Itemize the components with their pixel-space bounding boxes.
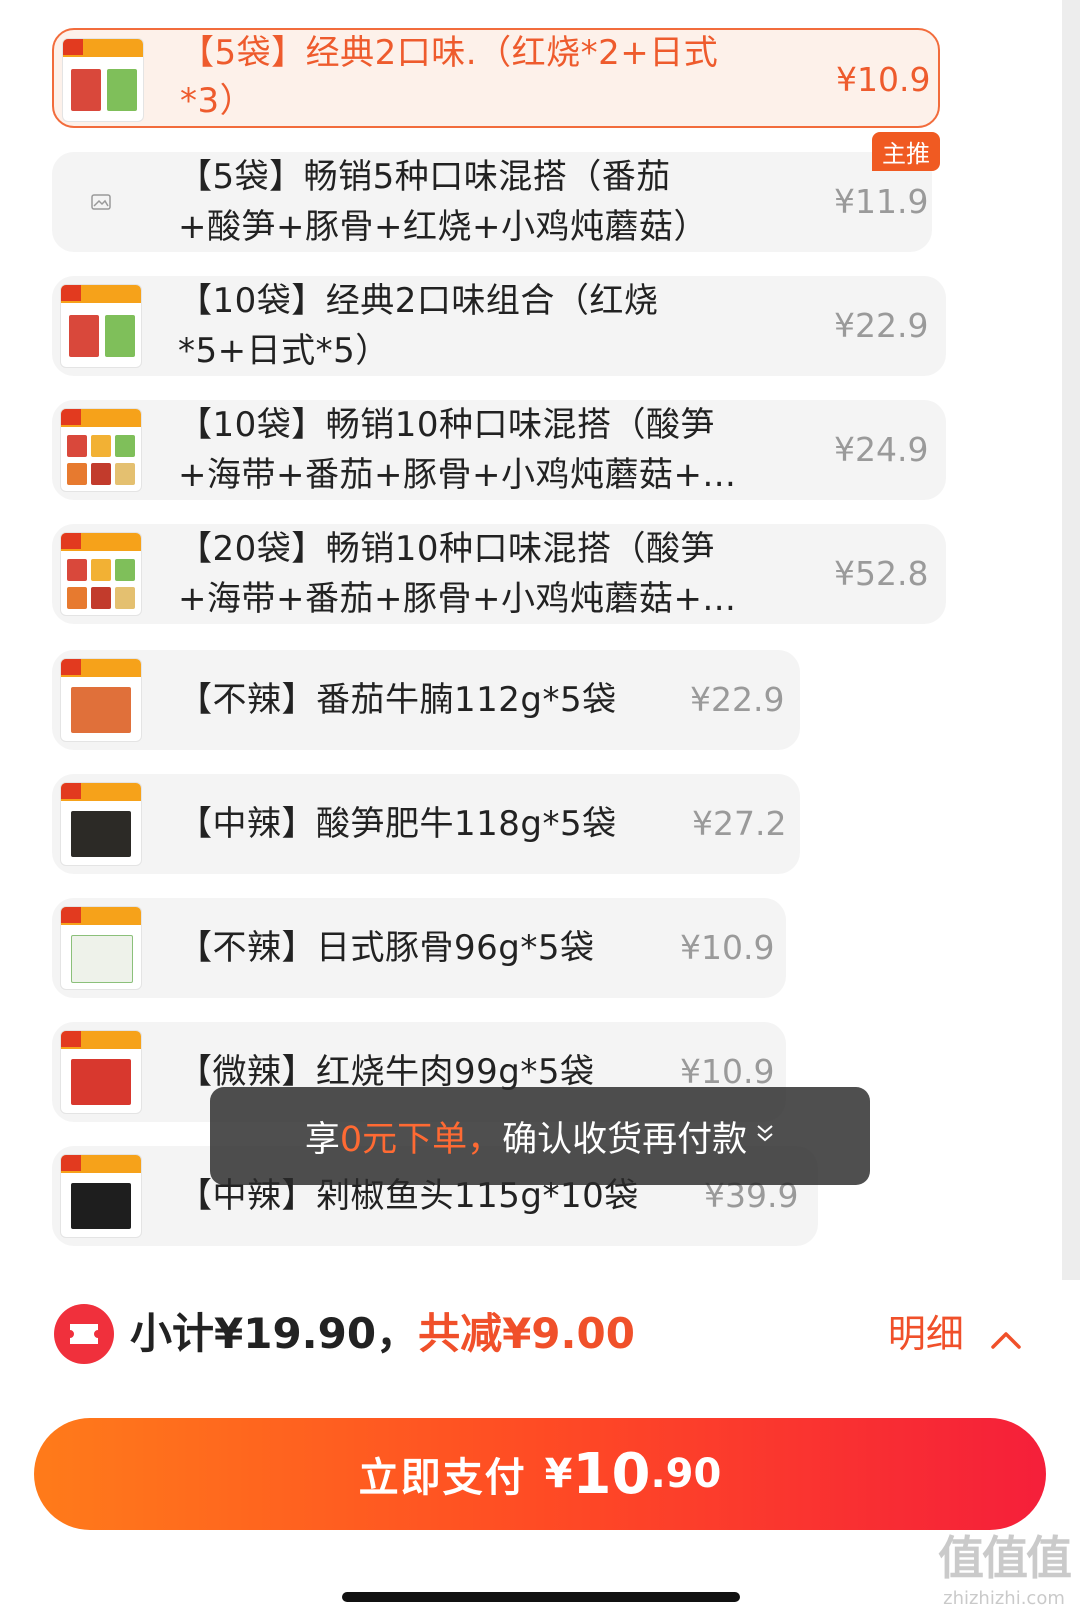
detail-button[interactable]: 明细: [888, 1306, 1022, 1365]
sku-label-line2: *3）: [180, 81, 255, 121]
home-indicator: [342, 1592, 740, 1602]
pay-label: 立即支付: [358, 1455, 527, 1501]
sku-option[interactable]: 【10袋】畅销10种口味混搭（酸笋 +海带+番茄+豚骨+小鸡炖蘑菇+... ¥2…: [52, 400, 946, 500]
product-thumbnail: [60, 906, 142, 990]
sku-label: 【5袋】经典2口味.（红烧*2+日式: [180, 33, 719, 73]
chevron-up-icon: [990, 1309, 1022, 1365]
sku-label-line2: *5+日式*5）: [178, 331, 390, 371]
image-placeholder-icon: [60, 160, 142, 244]
sku-option[interactable]: 【中辣】酸笋肥牛118g*5袋 ¥27.2: [52, 774, 800, 874]
sku-price: ¥27.2: [692, 804, 787, 843]
product-thumbnail: [60, 284, 142, 368]
subtotal-text: 小计¥19.90，: [130, 1309, 419, 1358]
watermark-url: zhizhizhi.com: [943, 1588, 1065, 1609]
product-thumbnail: [60, 782, 142, 866]
sku-label-line2: +海带+番茄+豚骨+小鸡炖蘑菇+...: [178, 579, 737, 619]
toast-suffix: 确认收货再付款: [502, 1119, 748, 1160]
sku-option[interactable]: 【5袋】经典2口味.（红烧*2+日式 *3） ¥10.9: [52, 28, 940, 128]
scroll-edge: [1062, 0, 1080, 1280]
pay-amount-decimal: .90: [650, 1451, 722, 1497]
toast-highlight: 0元下单，: [339, 1119, 503, 1160]
watermark: 值值值 zhizhizhi.com: [938, 1522, 1072, 1609]
sku-label: 【中辣】酸笋肥牛118g*5袋: [178, 804, 617, 844]
sku-label: 【10袋】经典2口味组合（红烧: [178, 281, 659, 321]
sku-label: 【不辣】番茄牛腩112g*5袋: [178, 680, 617, 720]
watermark-logo: 值值值: [938, 1531, 1072, 1585]
product-thumbnail: [60, 1154, 142, 1238]
product-thumbnail: [62, 38, 144, 122]
detail-label: 明细: [887, 1312, 964, 1356]
pay-amount-integer: 10: [572, 1441, 651, 1507]
product-thumbnail: [60, 658, 142, 742]
sku-label: 【10袋】畅销10种口味混搭（酸笋: [178, 405, 716, 445]
coupon-icon: [54, 1304, 114, 1364]
chevron-down-icon: [755, 1121, 775, 1151]
price-summary: 小计¥19.90，共减¥9.00: [130, 1304, 635, 1364]
sku-label: 【5袋】畅销5种口味混搭（番茄: [178, 157, 671, 197]
pay-now-button[interactable]: 立即支付 ¥ 10 .90: [34, 1418, 1046, 1530]
sku-option[interactable]: 【20袋】畅销10种口味混搭（酸笋 +海带+番茄+豚骨+小鸡炖蘑菇+... ¥5…: [52, 524, 946, 624]
product-thumbnail: [60, 532, 142, 616]
recommended-badge: 主推: [872, 132, 940, 171]
sku-option[interactable]: 【不辣】番茄牛腩112g*5袋 ¥22.9: [52, 650, 800, 750]
sku-label-line2: +海带+番茄+豚骨+小鸡炖蘑菇+...: [178, 455, 737, 495]
sku-option[interactable]: 【10袋】经典2口味组合（红烧 *5+日式*5） ¥22.9: [52, 276, 946, 376]
sku-label: 【20袋】畅销10种口味混搭（酸笋: [178, 529, 716, 569]
sku-option[interactable]: 【不辣】日式豚骨96g*5袋 ¥10.9: [52, 898, 786, 998]
sku-price: ¥22.9: [690, 680, 785, 719]
sku-price: ¥24.9: [834, 430, 929, 469]
product-thumbnail: [60, 1030, 142, 1114]
checkout-footer: 小计¥19.90，共减¥9.00 明细 立即支付 ¥ 10 .90 值值值 zh…: [0, 1280, 1080, 1617]
sku-price: ¥10.9: [836, 60, 931, 99]
sku-price: ¥11.9: [834, 182, 929, 221]
sku-price: ¥22.9: [834, 306, 929, 345]
sku-sheet: 【5袋】经典2口味.（红烧*2+日式 *3） ¥10.9 主推 【5袋】畅销5种…: [0, 0, 1080, 1280]
sku-price: ¥10.9: [680, 1052, 775, 1091]
sku-price: ¥52.8: [834, 554, 929, 593]
discount-text: 共减¥9.00: [418, 1309, 635, 1358]
sku-price: ¥10.9: [680, 928, 775, 967]
toast-prefix: 享: [304, 1119, 340, 1160]
sku-label: 【不辣】日式豚骨96g*5袋: [178, 928, 595, 968]
pay-currency: ¥: [544, 1451, 573, 1497]
sku-label-line2: +酸笋+豚骨+红烧+小鸡炖蘑菇）: [178, 207, 708, 247]
product-thumbnail: [60, 408, 142, 492]
pay-later-toast[interactable]: 享 0元下单， 确认收货再付款: [210, 1087, 870, 1185]
sku-option[interactable]: 主推 【5袋】畅销5种口味混搭（番茄 +酸笋+豚骨+红烧+小鸡炖蘑菇） ¥11.…: [52, 132, 940, 252]
